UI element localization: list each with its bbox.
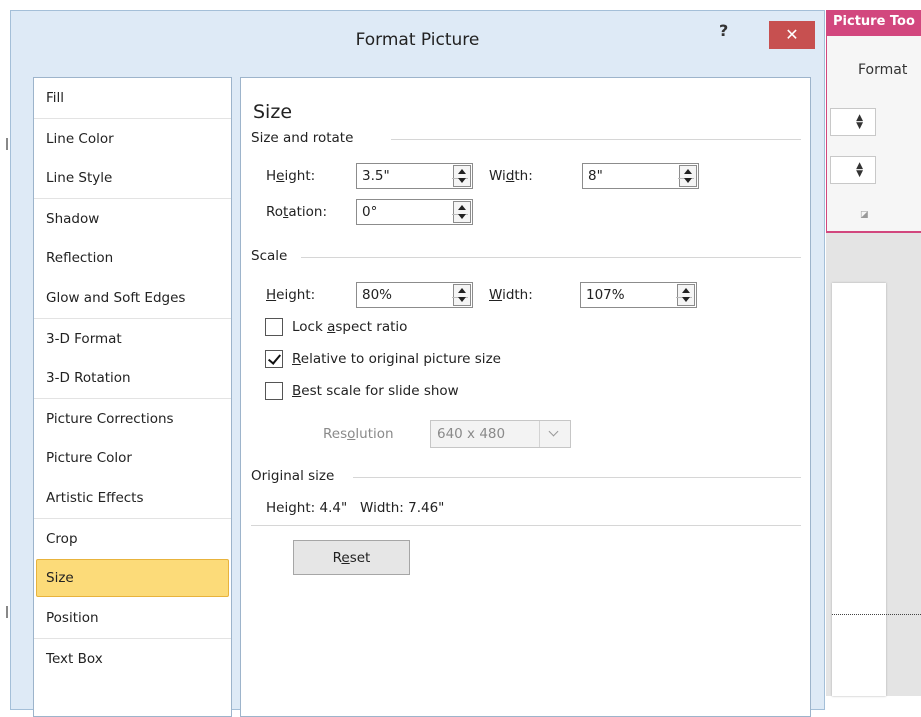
nav-item-line-color[interactable]: Line Color: [34, 118, 231, 158]
scale-width-value[interactable]: 107%: [586, 287, 625, 303]
slide-guide-line: [832, 614, 921, 615]
help-button[interactable]: ?: [719, 21, 728, 40]
nav-item-size[interactable]: Size: [36, 559, 229, 597]
relative-size-label[interactable]: Relative to original picture size: [292, 351, 501, 367]
chevron-down-icon: [539, 421, 570, 447]
picture-tools-contextual-tab[interactable]: Picture Too: [826, 10, 921, 36]
original-height-label: Height:: [266, 500, 316, 516]
ribbon-height-spinner[interactable]: ▲ ▼: [830, 108, 876, 136]
nav-item-3d-rotation[interactable]: 3-D Rotation: [34, 358, 231, 398]
rotation-value[interactable]: 0°: [362, 204, 377, 220]
spin-arrows-icon[interactable]: [452, 201, 471, 223]
resolution-dropdown: 640 x 480: [430, 420, 571, 448]
dialog-title: Format Picture: [355, 30, 480, 50]
resolution-value: 640 x 480: [437, 426, 506, 442]
dialog-launcher-icon[interactable]: ◪: [860, 210, 869, 220]
height-spinner[interactable]: 3.5": [356, 163, 473, 189]
nav-item-shadow[interactable]: Shadow: [34, 198, 231, 238]
reset-button[interactable]: Reset: [293, 540, 410, 575]
nav-item-fill[interactable]: Fill: [34, 78, 231, 118]
nav-item-picture-color[interactable]: Picture Color: [34, 438, 231, 478]
scale-height-value[interactable]: 80%: [362, 287, 392, 303]
rotation-label: Rotation:: [266, 204, 328, 220]
best-scale-checkbox[interactable]: [265, 382, 283, 400]
scale-height-label: Height:: [266, 287, 316, 303]
section-scale: Scale: [251, 248, 288, 264]
nav-item-picture-corrections[interactable]: Picture Corrections: [34, 398, 231, 438]
scale-height-spinner[interactable]: 80%: [356, 282, 473, 308]
original-width-value: 7.46": [408, 500, 445, 516]
nav-item-reflection[interactable]: Reflection: [34, 238, 231, 278]
spin-arrows-icon[interactable]: [676, 284, 695, 306]
size-panel: Size Size and rotate Height: 3.5" Width:…: [240, 77, 811, 717]
rotation-spinner[interactable]: 0°: [356, 199, 473, 225]
lock-aspect-checkbox[interactable]: [265, 318, 283, 336]
width-value[interactable]: 8": [588, 168, 603, 184]
spin-arrows-icon[interactable]: ▲ ▼: [856, 162, 863, 179]
nav-item-position[interactable]: Position: [34, 598, 231, 638]
height-label: Height:: [266, 168, 316, 184]
section-divider: [353, 477, 801, 478]
edge-mark: [6, 138, 8, 150]
format-picture-dialog: Format Picture ? ✕ Fill Line Color Line …: [10, 10, 825, 717]
spin-arrows-icon[interactable]: ▲ ▼: [856, 114, 863, 131]
original-height-value: 4.4": [319, 500, 348, 516]
scale-width-spinner[interactable]: 107%: [580, 282, 697, 308]
section-divider: [251, 525, 801, 526]
nav-item-glow-soft-edges[interactable]: Glow and Soft Edges: [34, 278, 231, 318]
width-label: Width:: [489, 168, 533, 184]
section-divider: [391, 139, 801, 140]
spin-arrows-icon[interactable]: [452, 284, 471, 306]
nav-item-text-box[interactable]: Text Box: [34, 638, 231, 678]
height-value[interactable]: 3.5": [362, 168, 390, 184]
format-ribbon-tab[interactable]: Format: [858, 62, 907, 78]
edge-mark: [6, 606, 8, 618]
section-divider: [301, 257, 801, 258]
nav-item-artistic-effects[interactable]: Artistic Effects: [34, 478, 231, 518]
best-scale-label[interactable]: Best scale for slide show: [292, 383, 459, 399]
nav-item-crop[interactable]: Crop: [34, 518, 231, 558]
slide-preview: [832, 283, 886, 696]
scale-width-label: Width:: [489, 287, 533, 303]
panel-heading: Size: [253, 101, 293, 123]
category-nav: Fill Line Color Line Style Shadow Reflec…: [33, 77, 232, 717]
section-original-size: Original size: [251, 468, 335, 484]
lock-aspect-label[interactable]: Lock aspect ratio: [292, 319, 407, 335]
spin-arrows-icon[interactable]: [678, 165, 697, 187]
nav-item-3d-format[interactable]: 3-D Format: [34, 318, 231, 358]
original-size-readout: Height: 4.4" Width: 7.46": [266, 500, 444, 516]
section-size-rotate: Size and rotate: [251, 130, 354, 146]
nav-item-line-style[interactable]: Line Style: [34, 158, 231, 198]
resolution-label: Resolution: [323, 426, 394, 442]
width-spinner[interactable]: 8": [582, 163, 699, 189]
original-width-label: Width:: [360, 500, 404, 516]
ribbon-width-spinner[interactable]: ▲ ▼: [830, 156, 876, 184]
close-button[interactable]: ✕: [769, 21, 815, 49]
relative-size-checkbox[interactable]: [265, 350, 283, 368]
spin-arrows-icon[interactable]: [452, 165, 471, 187]
